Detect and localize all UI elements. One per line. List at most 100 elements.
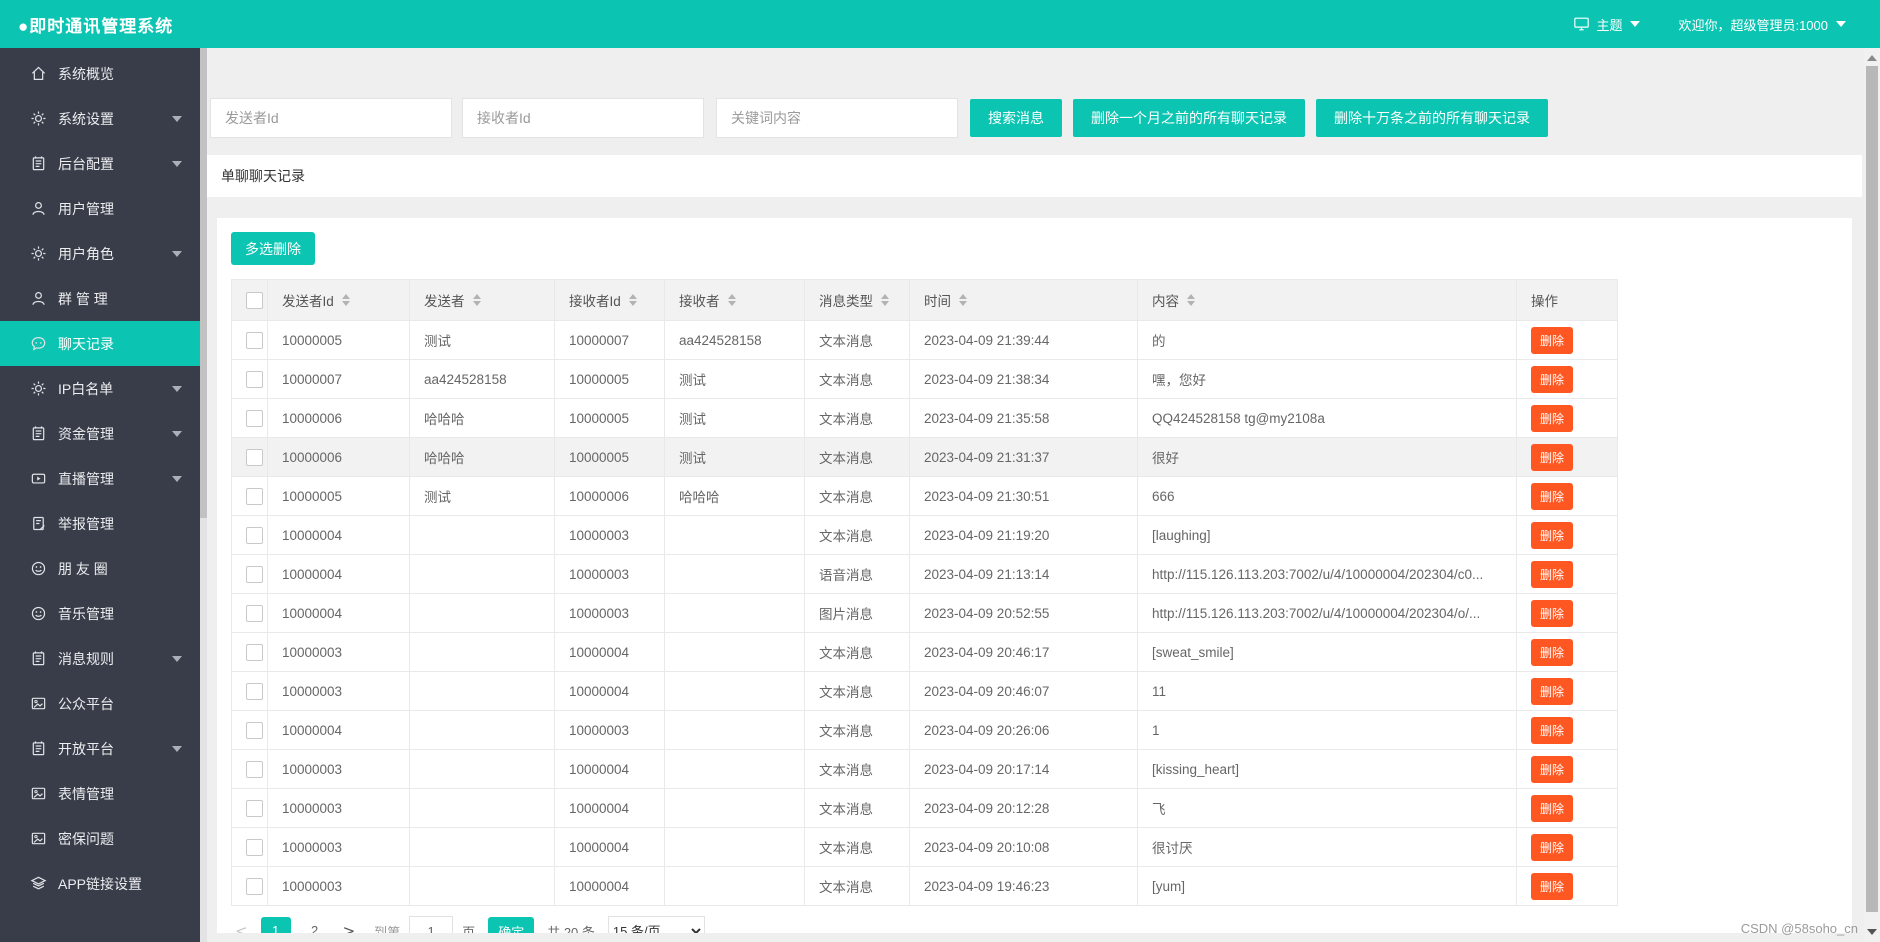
prev-page-button[interactable]: < — [231, 922, 252, 933]
sidebar-item-12[interactable]: 音乐管理 — [0, 591, 200, 636]
delete-row-button[interactable]: 删除 — [1531, 834, 1573, 861]
notepad-icon — [30, 155, 47, 172]
sort-icon[interactable] — [728, 294, 736, 306]
gear-icon — [30, 110, 47, 127]
sidebar-item-5[interactable]: 群 管 理 — [0, 276, 200, 321]
page-scrollbar[interactable] — [1864, 48, 1880, 942]
sidebar-item-0[interactable]: 系统概览 — [0, 51, 200, 96]
goto-prefix-label: 到第 — [374, 922, 400, 934]
row-checkbox[interactable] — [246, 449, 263, 466]
sort-icon[interactable] — [473, 294, 481, 306]
multi-delete-button[interactable]: 多选删除 — [231, 232, 315, 265]
delete-row-button[interactable]: 删除 — [1531, 717, 1573, 744]
delete-row-button[interactable]: 删除 — [1531, 366, 1573, 393]
cell-sender-id: 10000007 — [268, 360, 410, 399]
row-checkbox[interactable] — [246, 761, 263, 778]
sidebar-item-18[interactable]: APP链接设置 — [0, 861, 200, 906]
delete-month-button[interactable]: 删除一个月之前的所有聊天记录 — [1073, 99, 1305, 137]
row-checkbox[interactable] — [246, 371, 263, 388]
table-row: 1000000310000004文本消息2023-04-09 20:46:071… — [232, 672, 1618, 711]
delete-100k-button[interactable]: 删除十万条之前的所有聊天记录 — [1316, 99, 1548, 137]
sender-id-input[interactable] — [210, 98, 452, 138]
page-number-2[interactable]: 2 — [300, 917, 330, 933]
row-checkbox[interactable] — [246, 878, 263, 895]
row-checkbox[interactable] — [246, 839, 263, 856]
delete-row-button[interactable]: 删除 — [1531, 327, 1573, 354]
page-number-1[interactable]: 1 — [261, 917, 291, 933]
sidebar-item-10[interactable]: 举报管理 — [0, 501, 200, 546]
delete-row-button[interactable]: 删除 — [1531, 600, 1573, 627]
pagination: < 12 > 到第 页 确定 共 20 条 15 条/页 — [231, 916, 1838, 933]
search-message-button[interactable]: 搜索消息 — [970, 99, 1062, 137]
sidebar-item-2[interactable]: 后台配置 — [0, 141, 200, 186]
cell-sender-id: 10000006 — [268, 438, 410, 477]
confirm-page-button[interactable]: 确定 — [488, 917, 534, 933]
select-all-checkbox[interactable] — [246, 292, 263, 309]
row-checkbox[interactable] — [246, 527, 263, 544]
sidebar-item-16[interactable]: 表情管理 — [0, 771, 200, 816]
sidebar-item-6[interactable]: 聊天记录 — [0, 321, 200, 366]
sort-icon[interactable] — [881, 294, 889, 306]
cell-receiver-id: 10000005 — [555, 438, 665, 477]
sidebar-item-11[interactable]: 朋 友 圈 — [0, 546, 200, 591]
chevron-down-icon — [1630, 21, 1640, 27]
row-checkbox[interactable] — [246, 683, 263, 700]
delete-row-button[interactable]: 删除 — [1531, 756, 1573, 783]
theme-menu[interactable]: 主题 — [1573, 15, 1640, 34]
row-checkbox[interactable] — [246, 800, 263, 817]
table-row: 10000005测试10000006哈哈哈文本消息2023-04-09 21:3… — [232, 477, 1618, 516]
row-checkbox[interactable] — [246, 605, 263, 622]
delete-row-button[interactable]: 删除 — [1531, 483, 1573, 510]
sidebar-item-3[interactable]: 用户管理 — [0, 186, 200, 231]
cell-time: 2023-04-09 20:12:28 — [910, 789, 1138, 828]
delete-row-button[interactable]: 删除 — [1531, 444, 1573, 471]
row-checkbox[interactable] — [246, 488, 263, 505]
column-header-2: 接收者Id — [555, 280, 665, 321]
scroll-down-icon[interactable] — [1867, 929, 1877, 935]
cell-sender: 哈哈哈 — [410, 438, 555, 477]
row-checkbox[interactable] — [246, 410, 263, 427]
delete-row-button[interactable]: 删除 — [1531, 405, 1573, 432]
sort-icon[interactable] — [959, 294, 967, 306]
cell-time: 2023-04-09 21:13:14 — [910, 555, 1138, 594]
delete-row-button[interactable]: 删除 — [1531, 678, 1573, 705]
cell-receiver-id: 10000005 — [555, 399, 665, 438]
scroll-up-icon[interactable] — [1867, 55, 1877, 61]
page-size-select[interactable]: 15 条/页 — [608, 916, 705, 933]
sidebar-item-17[interactable]: 密保问题 — [0, 816, 200, 861]
gear-icon — [30, 245, 47, 262]
row-checkbox[interactable] — [246, 332, 263, 349]
delete-row-button[interactable]: 删除 — [1531, 639, 1573, 666]
sidebar-item-7[interactable]: IP白名单 — [0, 366, 200, 411]
delete-row-button[interactable]: 删除 — [1531, 561, 1573, 588]
delete-row-button[interactable]: 删除 — [1531, 795, 1573, 822]
keyword-input[interactable] — [716, 98, 958, 138]
sidebar-item-14[interactable]: 公众平台 — [0, 681, 200, 726]
sidebar-item-9[interactable]: 直播管理 — [0, 456, 200, 501]
cell-sender — [410, 594, 555, 633]
cell-receiver — [665, 633, 805, 672]
sidebar-item-4[interactable]: 用户角色 — [0, 231, 200, 276]
cell-sender: 测试 — [410, 477, 555, 516]
sort-icon[interactable] — [629, 294, 637, 306]
user-menu[interactable]: 欢迎你，超级管理员:1000 — [1678, 15, 1846, 34]
delete-row-button[interactable]: 删除 — [1531, 522, 1573, 549]
sort-icon[interactable] — [342, 294, 350, 306]
sidebar-item-1[interactable]: 系统设置 — [0, 96, 200, 141]
cell-type: 文本消息 — [805, 438, 910, 477]
row-checkbox[interactable] — [246, 566, 263, 583]
receiver-id-input[interactable] — [462, 98, 704, 138]
sort-icon[interactable] — [1187, 294, 1195, 306]
next-page-button[interactable]: > — [339, 922, 360, 933]
sidebar-item-15[interactable]: 开放平台 — [0, 726, 200, 771]
delete-row-button[interactable]: 删除 — [1531, 873, 1573, 900]
row-checkbox[interactable] — [246, 722, 263, 739]
cell-sender — [410, 672, 555, 711]
sidebar-scrollbar-thumb[interactable] — [200, 48, 207, 518]
sidebar-scrollbar[interactable] — [200, 48, 207, 942]
row-checkbox[interactable] — [246, 644, 263, 661]
page-scrollbar-thumb[interactable] — [1866, 66, 1878, 912]
goto-page-input[interactable] — [409, 916, 453, 933]
sidebar-item-8[interactable]: 资金管理 — [0, 411, 200, 456]
sidebar-item-13[interactable]: 消息规则 — [0, 636, 200, 681]
